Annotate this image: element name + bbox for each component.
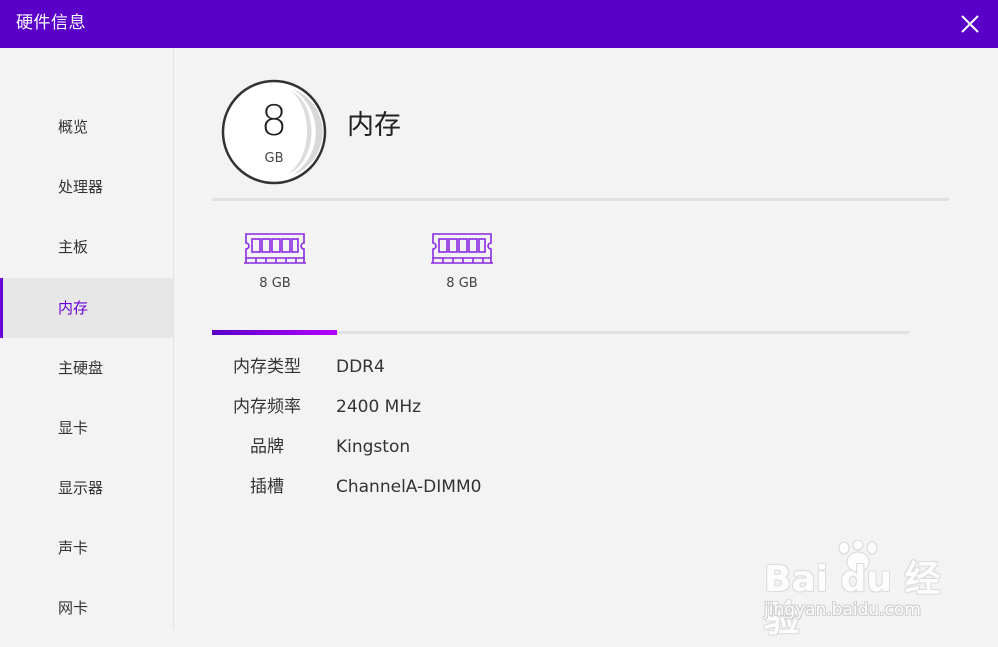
spec-value: 2400 MHz [336, 397, 422, 417]
memory-module-1-size: 8 GB [259, 276, 291, 291]
spec-row-slot: 插槽 ChannelA-DIMM0 [212, 473, 712, 501]
ram-icon [242, 230, 308, 266]
spec-row-frequency: 内存频率 2400 MHz [212, 393, 712, 421]
spec-row-brand: 品牌 Kingston [212, 433, 712, 461]
memory-module-1[interactable]: 8 GB [214, 228, 334, 298]
memory-size-value: 8 [260, 96, 288, 145]
window-title: 硬件信息 [16, 13, 86, 33]
sidebar-item-network-card[interactable]: 网卡 [0, 578, 173, 638]
sidebar-item-primary-disk[interactable]: 主硬盘 [0, 338, 173, 398]
spec-key: 插槽 [250, 477, 284, 497]
spec-row-type: 内存类型 DDR4 [212, 353, 712, 381]
sidebar-item-motherboard[interactable]: 主板 [0, 217, 173, 277]
sidebar-item-sound-card[interactable]: 声卡 [0, 518, 173, 578]
spec-value: Kingston [336, 437, 411, 457]
memory-size-unit: GB [264, 151, 284, 166]
sidebar-item-overview[interactable]: 概览 [0, 97, 173, 157]
memory-module-2-size: 8 GB [446, 276, 478, 291]
watermark-url: jingyan.baidu.com [764, 600, 921, 620]
sidebar-item-monitor[interactable]: 显示器 [0, 458, 173, 518]
sidebar-item-memory[interactable]: 内存 [0, 278, 173, 338]
memory-size-gauge: 8 GB [221, 79, 327, 185]
close-button[interactable] [958, 12, 982, 36]
spec-value: DDR4 [336, 357, 385, 377]
memory-module-2[interactable]: 8 GB [401, 228, 521, 298]
spec-key: 内存频率 [233, 397, 301, 417]
header-divider [212, 198, 949, 201]
module-tab-indicator [212, 330, 337, 335]
ram-icon [429, 230, 495, 266]
title-bar: 硬件信息 [0, 0, 998, 48]
close-icon [961, 15, 979, 33]
module-tab-track [212, 330, 909, 335]
baidu-watermark: Bai du 经验 jingyan.baidu.com [764, 540, 964, 640]
sidebar-item-graphics-card[interactable]: 显卡 [0, 398, 173, 458]
section-title: 内存 [347, 110, 401, 141]
spec-key: 品牌 [250, 437, 284, 457]
spec-value: ChannelA-DIMM0 [336, 477, 482, 497]
spec-key: 内存类型 [233, 357, 301, 377]
sidebar: 概览 处理器 主板 内存 主硬盘 显卡 显示器 声卡 网卡 [0, 48, 174, 630]
sidebar-item-cpu[interactable]: 处理器 [0, 157, 173, 217]
